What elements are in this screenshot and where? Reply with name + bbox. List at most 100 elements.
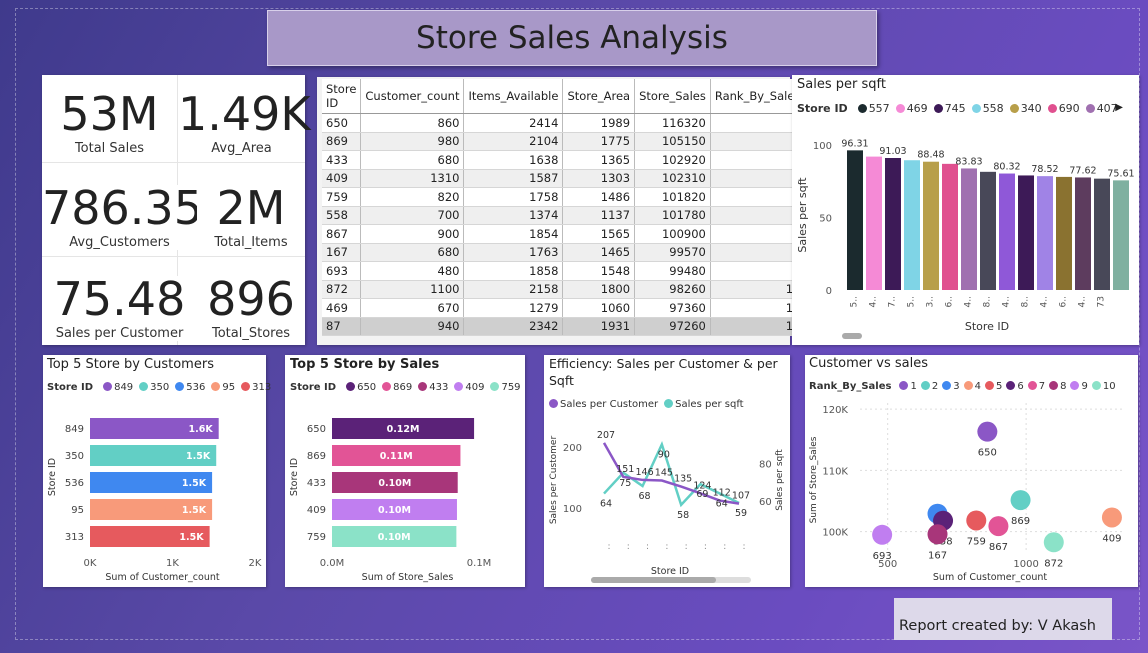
- data-label: 58: [677, 510, 689, 521]
- data-label: 151: [616, 464, 634, 475]
- table-cell: 1565: [562, 224, 636, 244]
- table-cell: 97260: [634, 317, 711, 336]
- table-cell: 2342: [463, 317, 564, 336]
- data-label: 96.31: [841, 138, 868, 149]
- customer-vs-sales-plot: 650869433409759558867167693872100K110K12…: [809, 403, 1123, 583]
- table-cell: 480: [360, 261, 465, 281]
- table-cell: 650: [322, 113, 362, 133]
- sales-per-sqft-plot: 0 50 100 96.31 5.. 4.. 91.03 7.. 5.. 88.48 3.. 6.. 8…: [796, 138, 1135, 339]
- table-cell: 2158: [463, 280, 564, 299]
- column-header[interactable]: Customer_count: [360, 79, 465, 114]
- table-row[interactable]: 87940234219319726012: [322, 317, 806, 336]
- table-cell: 4: [710, 169, 806, 188]
- kpi-avg-customers[interactable]: 786.35 Avg_Customers: [42, 185, 203, 250]
- y-tick-label: 0: [826, 286, 832, 297]
- table-row[interactable]: 558700137411371017806: [322, 206, 806, 225]
- x-tick-label: 500: [878, 559, 897, 570]
- bar: [847, 150, 863, 290]
- table-cell: 1486: [562, 187, 636, 207]
- table-row[interactable]: 469670127910609736011: [322, 298, 806, 318]
- x-tick-label: 0.0M: [320, 558, 345, 569]
- column-header[interactable]: Store_Area: [562, 79, 636, 114]
- data-label: 135: [674, 474, 692, 485]
- column-header[interactable]: Rank_By_Sales: [710, 79, 806, 114]
- scatter-point: [1010, 490, 1031, 511]
- table-row[interactable]: 650860241419891163201: [322, 113, 806, 133]
- table-cell: 99480: [634, 261, 711, 281]
- column-header[interactable]: Store ID: [322, 79, 362, 114]
- table-row[interactable]: 69348018581548994809: [322, 261, 806, 281]
- table-cell: 1775: [562, 132, 636, 151]
- data-label: 167: [928, 550, 947, 561]
- scatter-point: [1043, 532, 1064, 553]
- table-cell: 100900: [634, 224, 711, 244]
- column-header[interactable]: Items_Available: [463, 79, 564, 114]
- table-cell: 1758: [463, 187, 564, 207]
- y-axis-label: Sales per sqft: [796, 177, 809, 253]
- scatter-point: [872, 524, 893, 545]
- table-cell: 860: [360, 113, 465, 133]
- kpi-total-stores[interactable]: 896 Total_Stores: [197, 276, 305, 341]
- y-tick-label: 849: [65, 424, 84, 435]
- data-label: 867: [989, 542, 1008, 553]
- scrollbar: [842, 333, 862, 339]
- table-cell: 9: [710, 261, 806, 281]
- efficiency-plot: 207151 146 145135124112 1076475689058696459…: [549, 430, 785, 583]
- table-cell: 167: [322, 243, 362, 262]
- kpi-total-sales[interactable]: 53M Total Sales: [42, 91, 177, 156]
- table-row[interactable]: 433680163813651029203: [322, 150, 806, 170]
- table-cell: 101820: [634, 187, 711, 207]
- table-cell: 869: [322, 132, 362, 151]
- table-cell: 1303: [562, 169, 636, 188]
- x-tick-label: :: [685, 542, 688, 552]
- customer-vs-sales-chart: Customer vs sales Rank_By_Sales 1 2 3 4 5 6 7 8 9…: [805, 355, 1138, 587]
- table-cell: 433: [322, 150, 362, 170]
- bar: [1113, 180, 1129, 290]
- table-cell: 5: [710, 187, 806, 207]
- data-label: 759: [967, 536, 986, 547]
- table-row[interactable]: 4091310158713031023104: [322, 169, 806, 188]
- y-tick-label: 433: [307, 478, 326, 489]
- table-cell: 469: [322, 298, 362, 318]
- table-cell: 1465: [562, 243, 636, 262]
- table-cell: 1587: [463, 169, 564, 188]
- data-label: 112: [713, 488, 731, 499]
- x-axis-label: Sum of Store_Sales: [362, 572, 454, 583]
- table-cell: 11: [710, 298, 806, 318]
- table-cell: 680: [360, 243, 465, 262]
- table-row[interactable]: 869980210417751051502: [322, 132, 806, 151]
- table-row[interactable]: 8721100215818009826010: [322, 280, 806, 299]
- table-cell: 700: [360, 206, 465, 225]
- x-tick-label: 6..: [1059, 296, 1069, 307]
- top5-customers-chart: Top 5 Store by Customers Store ID 849 350 5…: [43, 355, 271, 587]
- kpi-avg-area[interactable]: 1.49K Avg_Area: [178, 91, 311, 156]
- data-label: 69: [696, 489, 708, 500]
- table-cell: 1638: [463, 150, 564, 170]
- table-cell: 1100: [360, 280, 465, 299]
- x-tick-label: 0.1M: [467, 558, 492, 569]
- x-tick-label: :: [665, 542, 668, 552]
- table-row[interactable]: 16768017631465995708: [322, 243, 806, 262]
- bar: [1075, 177, 1091, 290]
- data-label: 64: [600, 499, 612, 510]
- table-cell: 693: [322, 261, 362, 281]
- data-label: 90: [658, 449, 670, 460]
- bar: [980, 171, 996, 290]
- y-tick-label: 60: [759, 497, 772, 508]
- table-cell: 680: [360, 150, 465, 170]
- y-axis-label: Store ID: [47, 458, 58, 496]
- table-row[interactable]: 867900185415651009007: [322, 224, 806, 244]
- data-label: 1.5K: [179, 532, 204, 543]
- x-tick-label: 0K: [84, 558, 97, 569]
- data-label: 75.61: [1107, 168, 1134, 179]
- table-cell: 409: [322, 169, 362, 188]
- y-tick-label: 80: [759, 459, 772, 470]
- kpi-total-items[interactable]: 2M Total_Items: [197, 185, 305, 250]
- data-label: 0.10M: [378, 532, 411, 543]
- scatter-point: [1101, 507, 1122, 528]
- column-header[interactable]: Store_Sales: [634, 79, 711, 114]
- data-label: 1.5K: [182, 478, 207, 489]
- table-row[interactable]: 759820175814861018205: [322, 187, 806, 207]
- table-cell: 1374: [463, 206, 564, 225]
- kpi-sales-per-customer[interactable]: 75.48 Sales per Customer: [42, 276, 197, 341]
